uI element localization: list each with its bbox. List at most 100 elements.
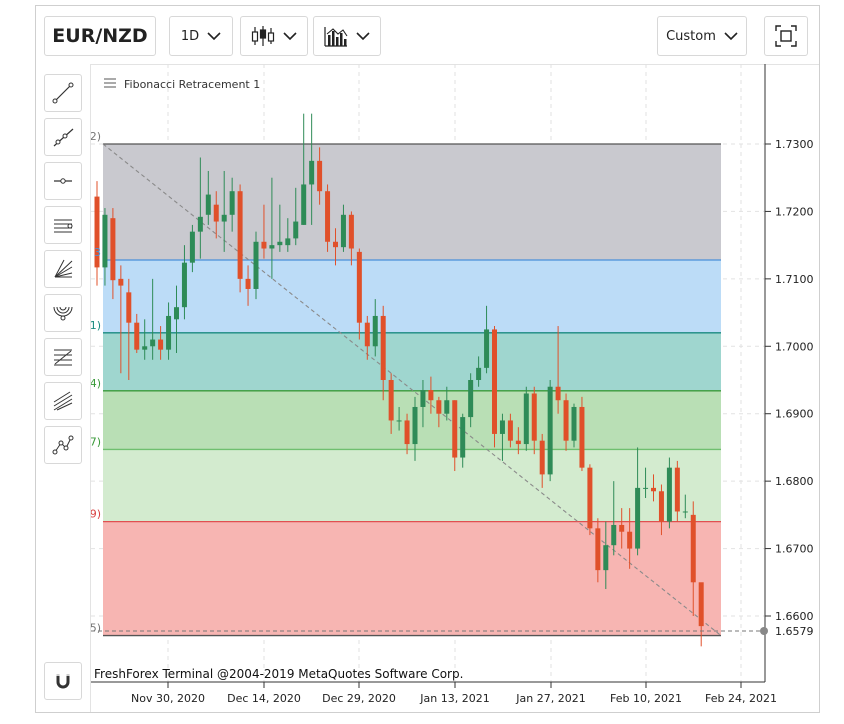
candle-body xyxy=(428,390,434,401)
arc-icon xyxy=(53,306,73,321)
fib-level-label: 9) xyxy=(91,508,101,521)
symbol-label: EUR/NZD xyxy=(52,25,148,47)
date-tick-label: Jan 13, 2021 xyxy=(419,692,489,705)
range-label: Custom xyxy=(666,28,716,44)
date-tick-label: Feb 10, 2021 xyxy=(610,692,682,705)
candle-body xyxy=(643,487,649,489)
candle-body xyxy=(452,400,458,458)
fib-zone xyxy=(103,144,721,260)
candle-body xyxy=(158,339,164,350)
candle-body xyxy=(484,329,490,368)
candle-body xyxy=(523,393,529,445)
trend-line-tool[interactable] xyxy=(44,74,82,112)
ray-icon xyxy=(53,128,74,147)
chart-type-dropdown[interactable] xyxy=(240,16,308,56)
fib-retracement-tool[interactable] xyxy=(44,338,82,376)
candle-body xyxy=(412,406,418,445)
candle-body xyxy=(245,278,251,289)
candle-body xyxy=(571,406,577,441)
channel-icon xyxy=(54,219,73,233)
price-tick-label: 1.7000 xyxy=(775,340,814,353)
candle-body xyxy=(396,420,402,422)
candle-body xyxy=(221,214,227,222)
object-label-group[interactable]: Fibonacci Retracement 1 xyxy=(104,78,260,91)
price-tick-label: 1.6700 xyxy=(775,543,814,556)
zigzag-tool[interactable] xyxy=(44,426,82,464)
candle-body xyxy=(444,400,450,414)
candle-body xyxy=(372,315,378,347)
candle-body xyxy=(651,487,656,492)
candle-body xyxy=(110,218,116,281)
terminal-frame: EUR/NZD 1D Custom 2) 3 1) 4) 7) 9) 5) Fi… xyxy=(35,5,820,713)
candle-body xyxy=(142,346,148,350)
candle-body xyxy=(690,514,696,583)
candle-body xyxy=(285,238,291,246)
candle-body xyxy=(674,467,680,512)
candle-body xyxy=(666,467,672,522)
fullscreen-icon xyxy=(775,25,797,47)
candle-body xyxy=(658,491,664,522)
fib-zone xyxy=(103,259,721,333)
candle-body xyxy=(420,390,426,407)
zigzag-icon xyxy=(52,435,74,455)
indicators-dropdown[interactable] xyxy=(313,16,381,56)
fib-arc-tool[interactable] xyxy=(44,294,82,332)
date-tick-label: Feb 24, 2021 xyxy=(705,692,777,705)
candle-body xyxy=(436,400,442,414)
fib-level-label: 4) xyxy=(91,377,101,390)
candle-body xyxy=(404,420,410,445)
candle-body xyxy=(189,231,195,263)
fib-level-label: 7) xyxy=(91,435,101,448)
candle-body xyxy=(253,241,259,289)
symbol-selector[interactable]: EUR/NZD xyxy=(44,16,156,56)
candle-body xyxy=(682,511,688,513)
price-axis: 1.7300 1.7200 1.7100 1.7000 1.6900 1.6800 1.67… xyxy=(765,138,814,623)
timeframe-dropdown[interactable]: 1D xyxy=(169,16,233,56)
candle-body xyxy=(499,420,505,434)
candle-body xyxy=(150,339,156,347)
current-price-marker[interactable] xyxy=(760,627,768,635)
candle-body xyxy=(563,400,569,441)
candle-body xyxy=(531,393,537,441)
drawing-tools-panel xyxy=(36,64,91,712)
candle-body xyxy=(197,216,203,232)
fib-channel-tool[interactable] xyxy=(44,382,82,420)
candle-body xyxy=(213,204,219,222)
fib-fan-tool[interactable] xyxy=(44,250,82,288)
candle-body xyxy=(181,262,187,308)
candle-body xyxy=(134,322,140,350)
parallel-channel-tool[interactable] xyxy=(44,206,82,244)
horizontal-line-icon xyxy=(54,178,72,184)
ray-tool[interactable] xyxy=(44,118,82,156)
candle-body xyxy=(380,315,386,381)
time-axis: Nov 30, 2020 Dec 14, 2020 Dec 29, 2020 Jan … xyxy=(131,682,777,705)
candle-body xyxy=(102,214,108,268)
candle-body xyxy=(166,315,172,350)
candle-body xyxy=(118,278,124,286)
fib-level-label: 1) xyxy=(91,319,101,332)
candle-body xyxy=(468,380,474,418)
candle-body xyxy=(205,194,211,215)
candle-body xyxy=(539,440,545,475)
candle-body xyxy=(325,191,331,242)
candle-body xyxy=(611,524,617,546)
fib-level-label: 5) xyxy=(91,622,101,635)
magnet-icon xyxy=(56,674,70,689)
candle-body xyxy=(492,329,497,434)
candle-body xyxy=(229,191,235,215)
date-tick-label: Dec 14, 2020 xyxy=(227,692,301,705)
candle-body xyxy=(309,160,315,185)
price-tick-label: 1.6900 xyxy=(775,408,814,421)
price-tick-label: 1.6600 xyxy=(775,610,814,623)
horizontal-line-tool[interactable] xyxy=(44,162,82,200)
magnet-tool[interactable] xyxy=(44,662,82,700)
price-chart[interactable]: 2) 3 1) 4) 7) 9) 5) Fibonacci Retracement 1 Fr… xyxy=(91,64,819,712)
chevron-down-icon xyxy=(724,32,738,41)
candle-body xyxy=(293,221,299,239)
object-label: Fibonacci Retracement 1 xyxy=(124,78,260,91)
candle-body xyxy=(579,406,585,468)
candle-body xyxy=(269,245,275,249)
range-dropdown[interactable]: Custom xyxy=(657,16,747,56)
fullscreen-button[interactable] xyxy=(764,16,808,56)
candle-body xyxy=(237,191,243,279)
